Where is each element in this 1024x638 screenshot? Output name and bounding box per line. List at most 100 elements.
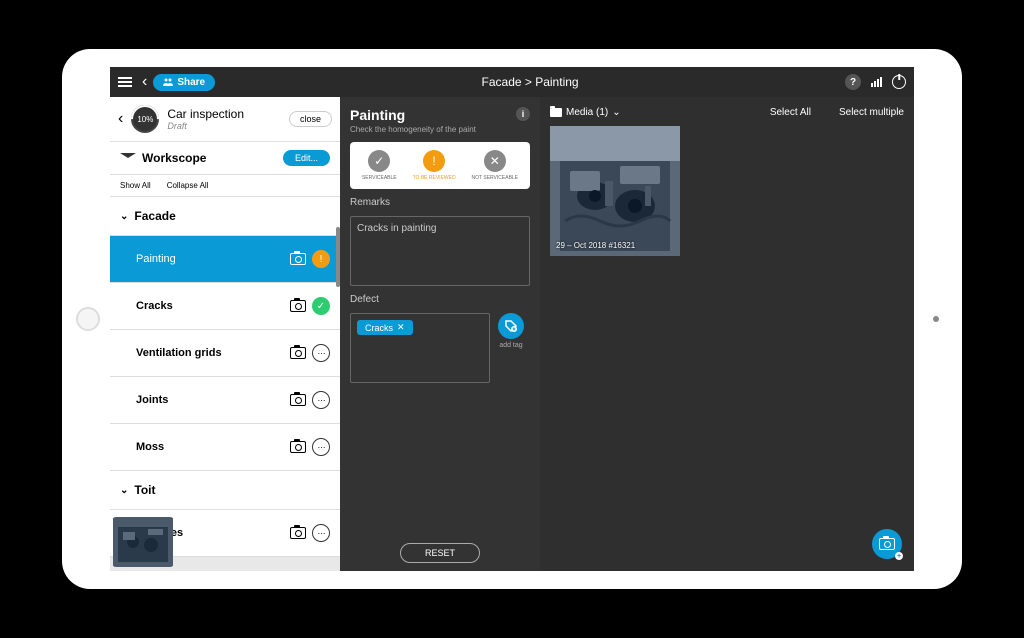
select-multiple-button[interactable]: Select multiple bbox=[839, 107, 904, 118]
media-thumbnail[interactable]: 29 – Oct 2018 #16321 bbox=[550, 126, 680, 256]
add-photo-button[interactable]: + bbox=[872, 529, 902, 559]
camera-icon[interactable] bbox=[290, 527, 306, 539]
media-header: Media (1) ⌄ Select All Select multiple bbox=[550, 107, 904, 118]
task-joints-label: Joints bbox=[136, 394, 290, 406]
status-ok-icon: ✓ bbox=[312, 297, 330, 315]
progress-indicator: 10% bbox=[131, 105, 159, 133]
task-joints[interactable]: Joints ⋯ bbox=[110, 377, 340, 424]
status-not-serviceable[interactable]: ✕ NOT SERVICEABLE bbox=[472, 150, 519, 181]
defect-row: Cracks ✕ add tag bbox=[350, 313, 530, 383]
top-bar: ‹ Share Facade > Painting ? bbox=[110, 67, 914, 97]
collapse-all-button[interactable]: Collapse All bbox=[167, 181, 209, 190]
remarks-label: Remarks bbox=[350, 197, 530, 208]
camera-icon[interactable] bbox=[290, 347, 306, 359]
task-icons: ⋯ bbox=[290, 391, 330, 409]
workscope-header: Workscope Edit... bbox=[110, 142, 340, 175]
section-toit-label: Toit bbox=[134, 483, 155, 497]
select-all-button[interactable]: Select All bbox=[770, 107, 811, 118]
task-icons: ⋯ bbox=[290, 438, 330, 456]
workscope-title: Workscope bbox=[120, 151, 206, 165]
defect-box[interactable]: Cracks ✕ bbox=[350, 313, 490, 383]
edit-button[interactable]: Edit... bbox=[283, 150, 330, 166]
reset-button[interactable]: RESET bbox=[400, 543, 480, 563]
camera-icon[interactable] bbox=[290, 300, 306, 312]
media-panel: Media (1) ⌄ Select All Select multiple bbox=[540, 97, 914, 571]
chevron-down-icon: ⌄ bbox=[120, 211, 128, 222]
status-serviceable[interactable]: ✓ SERVICEABLE bbox=[362, 150, 397, 181]
section-toit[interactable]: ⌄ Toit bbox=[110, 471, 340, 510]
task-cracks[interactable]: Cracks ✓ bbox=[110, 283, 340, 330]
tag-remove-icon[interactable]: ✕ bbox=[397, 322, 405, 333]
remarks-input[interactable] bbox=[350, 216, 530, 286]
status-selector: ✓ SERVICEABLE ! TO BE REVIEWED ✕ NOT SER… bbox=[350, 142, 530, 189]
task-icons: ⋯ bbox=[290, 344, 330, 362]
add-tag-label: add tag bbox=[499, 342, 522, 349]
inspection-back-button[interactable]: ‹ bbox=[118, 110, 123, 128]
people-icon bbox=[163, 78, 173, 86]
engine-thumbnail-icon bbox=[112, 517, 174, 567]
camera-icon[interactable] bbox=[290, 441, 306, 453]
detail-subtitle: Check the homogeneity of the paint bbox=[350, 125, 476, 134]
media-actions: Select All Select multiple bbox=[770, 107, 904, 118]
more-icon[interactable]: ⋯ bbox=[312, 524, 330, 542]
inspection-title: Car inspection bbox=[167, 107, 281, 121]
task-icons: ⋯ bbox=[290, 524, 330, 542]
share-label: Share bbox=[177, 77, 205, 88]
section-facade[interactable]: ⌄ Facade bbox=[110, 197, 340, 236]
task-moss[interactable]: Moss ⋯ bbox=[110, 424, 340, 471]
progress-value: 10% bbox=[137, 115, 153, 124]
tag-plus-icon bbox=[504, 319, 518, 333]
task-painting-label: Painting bbox=[136, 253, 290, 265]
task-cracks-label: Cracks bbox=[136, 300, 290, 312]
app-screen: ‹ Share Facade > Painting ? ‹ 10% bbox=[110, 67, 914, 571]
help-icon[interactable]: ? bbox=[845, 74, 861, 90]
task-ventilation[interactable]: Ventilation grids ⋯ bbox=[110, 330, 340, 377]
workscope-label: Workscope bbox=[142, 151, 206, 165]
warning-icon: ! bbox=[423, 150, 445, 172]
inspection-status: Draft bbox=[167, 121, 281, 131]
back-button[interactable]: ‹ bbox=[142, 73, 147, 91]
defect-tag-label: Cracks bbox=[365, 323, 393, 333]
detail-title: Painting bbox=[350, 107, 476, 123]
power-icon[interactable] bbox=[892, 75, 906, 89]
workscope-icon bbox=[120, 153, 136, 163]
add-tag-column: add tag bbox=[498, 313, 524, 349]
main-area: ‹ 10% Car inspection Draft close Worksco… bbox=[110, 97, 914, 571]
camera-icon[interactable] bbox=[290, 253, 306, 265]
filter-row: Show All Collapse All bbox=[110, 175, 340, 197]
task-icons: ✓ bbox=[290, 297, 330, 315]
tablet-camera bbox=[933, 316, 939, 322]
sidebar: ‹ 10% Car inspection Draft close Worksco… bbox=[110, 97, 340, 571]
detail-panel: Painting Check the homogeneity of the pa… bbox=[340, 97, 540, 571]
show-all-button[interactable]: Show All bbox=[120, 181, 151, 190]
media-title-label: Media (1) bbox=[566, 107, 608, 118]
cross-icon: ✕ bbox=[484, 150, 506, 172]
engine-image bbox=[550, 126, 680, 256]
close-button[interactable]: close bbox=[289, 111, 332, 127]
status-review[interactable]: ! TO BE REVIEWED bbox=[413, 150, 456, 181]
share-button[interactable]: Share bbox=[153, 74, 215, 91]
media-title-button[interactable]: Media (1) ⌄ bbox=[550, 107, 621, 118]
thumbnail-preview[interactable] bbox=[112, 517, 174, 567]
more-icon[interactable]: ⋯ bbox=[312, 391, 330, 409]
task-painting[interactable]: Painting ! bbox=[110, 236, 340, 283]
add-tag-button[interactable] bbox=[498, 313, 524, 339]
task-moss-label: Moss bbox=[136, 441, 290, 453]
tablet-home-button bbox=[76, 307, 100, 331]
info-icon[interactable]: i bbox=[516, 107, 530, 121]
detail-header: Painting Check the homogeneity of the pa… bbox=[350, 107, 530, 134]
chevron-down-icon: ⌄ bbox=[612, 107, 620, 118]
more-icon[interactable]: ⋯ bbox=[312, 344, 330, 362]
camera-icon[interactable] bbox=[290, 394, 306, 406]
media-caption: 29 – Oct 2018 #16321 bbox=[556, 241, 635, 250]
plus-icon: + bbox=[895, 552, 903, 560]
task-icons: ! bbox=[290, 250, 330, 268]
chevron-down-icon: ⌄ bbox=[120, 485, 128, 496]
menu-icon[interactable] bbox=[118, 77, 132, 87]
more-icon[interactable]: ⋯ bbox=[312, 438, 330, 456]
breadcrumb: Facade > Painting bbox=[215, 75, 845, 89]
camera-icon bbox=[879, 538, 895, 550]
status-warning-icon: ! bbox=[312, 250, 330, 268]
inspection-header: ‹ 10% Car inspection Draft close bbox=[110, 97, 340, 142]
defect-label: Defect bbox=[350, 294, 530, 305]
